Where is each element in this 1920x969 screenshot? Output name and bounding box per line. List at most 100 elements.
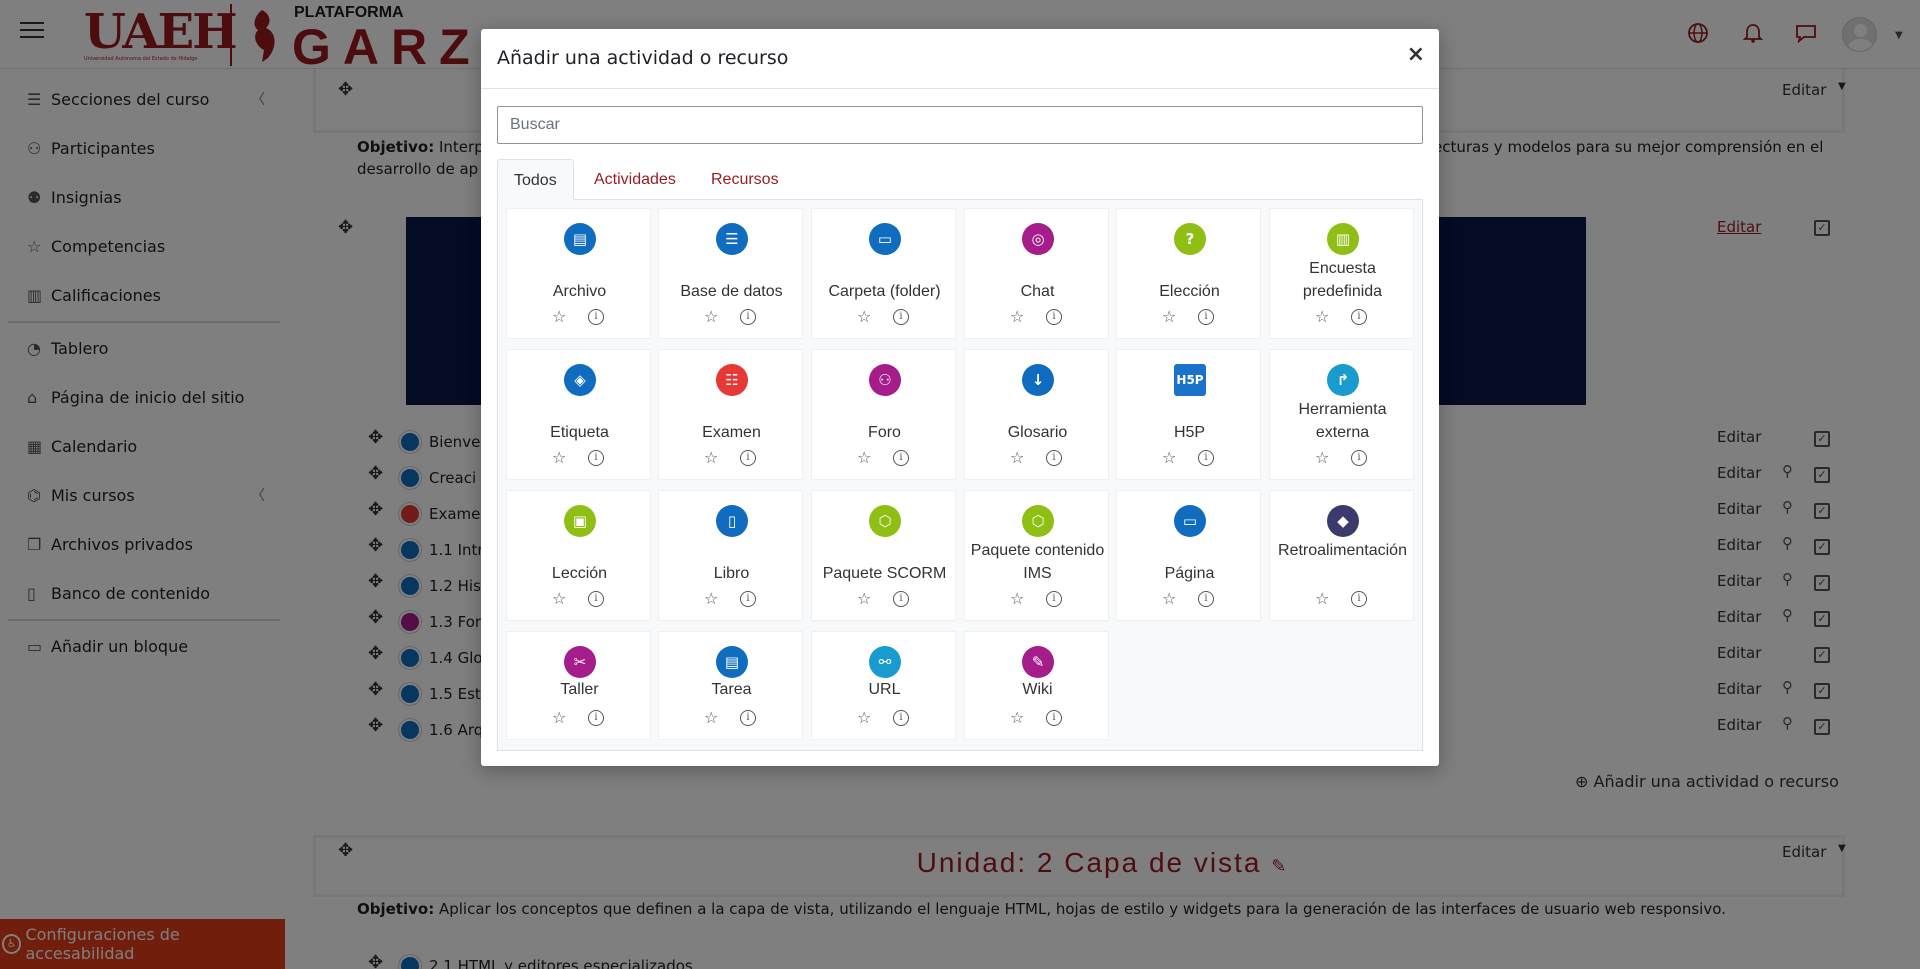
info-icon[interactable]: i [893, 450, 909, 466]
star-icon[interactable]: ☆ [704, 307, 718, 326]
close-icon[interactable]: × [1407, 42, 1425, 67]
modal-title: Añadir una actividad o recurso [497, 47, 789, 69]
activity-option-label: Examen [702, 424, 761, 441]
activity-option-paquete-contenido-ims[interactable]: ⬡ Paquete contenido IMS ☆ i [964, 490, 1109, 621]
activity-option-base-de-datos[interactable]: ☰ Base de datos ☆ i [658, 208, 803, 339]
activity-option-label: Etiqueta [550, 424, 609, 441]
activity-option-label: Chat [1020, 283, 1055, 300]
star-icon[interactable]: ☆ [857, 708, 871, 727]
star-icon[interactable]: ☆ [857, 307, 871, 326]
tab-actividades[interactable]: Actividades [578, 159, 692, 200]
activity-option-h5p[interactable]: H5P H5P ☆ i [1116, 349, 1261, 480]
activity-option-wiki[interactable]: ✎ Wiki ☆ i [964, 631, 1109, 740]
activity-option-carpeta-folder-[interactable]: ▭ Carpeta (folder) ☆ i [811, 208, 956, 339]
info-icon[interactable]: i [1046, 591, 1062, 607]
activity-type-icon: ▣ [564, 505, 596, 537]
activity-type-icon: ◆ [1327, 505, 1359, 537]
info-icon[interactable]: i [893, 591, 909, 607]
activity-option-herramienta-externa[interactable]: ↱ Herramienta externa ☆ i [1269, 349, 1414, 480]
search-input[interactable]: Buscar [497, 106, 1423, 144]
star-icon[interactable]: ☆ [1162, 307, 1176, 326]
star-icon[interactable]: ☆ [1010, 589, 1024, 608]
activity-option-elección[interactable]: ? Elección ☆ i [1116, 208, 1261, 339]
star-icon[interactable]: ☆ [704, 448, 718, 467]
activity-type-icon: ⚇ [869, 364, 901, 396]
activity-type-icon: ▥ [1327, 223, 1359, 255]
activity-option-label: Elección [1159, 283, 1220, 300]
activity-option-tarea[interactable]: ▤ Tarea ☆ i [658, 631, 803, 740]
activity-type-icon: ⬡ [1022, 505, 1054, 537]
activity-type-icon: ◈ [564, 364, 596, 396]
star-icon[interactable]: ☆ [1315, 448, 1329, 467]
activity-option-label: Archivo [552, 283, 607, 300]
star-icon[interactable]: ☆ [1010, 448, 1024, 467]
activity-type-icon: ↱ [1327, 364, 1359, 396]
star-icon[interactable]: ☆ [857, 448, 871, 467]
info-icon[interactable]: i [1198, 450, 1214, 466]
activity-option-url[interactable]: ⚯ URL ☆ i [811, 631, 956, 740]
activity-option-chat[interactable]: ◎ Chat ☆ i [964, 208, 1109, 339]
activity-type-icon: ? [1174, 223, 1206, 255]
activity-option-lección[interactable]: ▣ Lección ☆ i [506, 490, 651, 621]
info-icon[interactable]: i [1198, 309, 1214, 325]
tab-todos[interactable]: Todos [497, 159, 574, 200]
star-icon[interactable]: ☆ [1162, 448, 1176, 467]
activity-option-glosario[interactable]: ↓ Glosario ☆ i [964, 349, 1109, 480]
activity-option-label: Página [1164, 565, 1215, 582]
info-icon[interactable]: i [1351, 309, 1367, 325]
info-icon[interactable]: i [588, 591, 604, 607]
info-icon[interactable]: i [588, 450, 604, 466]
star-icon[interactable]: ☆ [704, 589, 718, 608]
info-icon[interactable]: i [1351, 591, 1367, 607]
activity-option-label: Encuesta predefinida [1302, 260, 1383, 300]
star-icon[interactable]: ☆ [552, 448, 566, 467]
star-icon[interactable]: ☆ [857, 589, 871, 608]
activity-option-label: Herramienta externa [1298, 401, 1387, 441]
info-icon[interactable]: i [1046, 450, 1062, 466]
info-icon[interactable]: i [740, 309, 756, 325]
star-icon[interactable]: ☆ [704, 708, 718, 727]
info-icon[interactable]: i [1198, 591, 1214, 607]
tab-recursos[interactable]: Recursos [695, 159, 795, 200]
info-icon[interactable]: i [893, 309, 909, 325]
info-icon[interactable]: i [1046, 309, 1062, 325]
star-icon[interactable]: ☆ [1315, 589, 1329, 608]
info-icon[interactable]: i [740, 710, 756, 726]
activity-option-libro[interactable]: ▯ Libro ☆ i [658, 490, 803, 621]
star-icon[interactable]: ☆ [1315, 307, 1329, 326]
activity-option-label: H5P [1173, 424, 1206, 441]
activity-option-foro[interactable]: ⚇ Foro ☆ i [811, 349, 956, 480]
activity-option-etiqueta[interactable]: ◈ Etiqueta ☆ i [506, 349, 651, 480]
star-icon[interactable]: ☆ [552, 708, 566, 727]
info-icon[interactable]: i [1351, 450, 1367, 466]
activity-option-label: Foro [868, 424, 901, 441]
activity-option-examen[interactable]: ☷ Examen ☆ i [658, 349, 803, 480]
add-activity-modal: Añadir una actividad o recurso × Buscar … [481, 29, 1439, 766]
activity-option-label: Retroalimentación [1278, 542, 1407, 559]
info-icon[interactable]: i [740, 591, 756, 607]
activity-type-icon: ◎ [1022, 223, 1054, 255]
activity-option-paquete-scorm[interactable]: ⬡ Paquete SCORM ☆ i [811, 490, 956, 621]
activity-chooser-grid: ▤ Archivo ☆ i ☰ Base de datos ☆ i ▭ Carpeta (fold… [497, 200, 1423, 751]
info-icon[interactable]: i [588, 710, 604, 726]
activity-type-icon: ✂ [564, 646, 596, 678]
activity-type-icon: ▤ [564, 223, 596, 255]
info-icon[interactable]: i [740, 450, 756, 466]
activity-option-label: Carpeta (folder) [828, 283, 941, 300]
activity-option-encuesta-predefinida[interactable]: ▥ Encuesta predefinida ☆ i [1269, 208, 1414, 339]
activity-option-página[interactable]: ▭ Página ☆ i [1116, 490, 1261, 621]
modal-header: Añadir una actividad o recurso × [481, 29, 1439, 89]
star-icon[interactable]: ☆ [552, 589, 566, 608]
activity-type-icon: ☰ [716, 223, 748, 255]
info-icon[interactable]: i [893, 710, 909, 726]
activity-option-label: Libro [713, 565, 750, 582]
activity-option-archivo[interactable]: ▤ Archivo ☆ i [506, 208, 651, 339]
activity-option-taller[interactable]: ✂ Taller ☆ i [506, 631, 651, 740]
info-icon[interactable]: i [588, 309, 604, 325]
star-icon[interactable]: ☆ [1010, 307, 1024, 326]
activity-option-retroalimentación[interactable]: ◆ Retroalimentación ☆ i [1269, 490, 1414, 621]
star-icon[interactable]: ☆ [1162, 589, 1176, 608]
star-icon[interactable]: ☆ [1010, 708, 1024, 727]
star-icon[interactable]: ☆ [552, 307, 566, 326]
info-icon[interactable]: i [1046, 710, 1062, 726]
